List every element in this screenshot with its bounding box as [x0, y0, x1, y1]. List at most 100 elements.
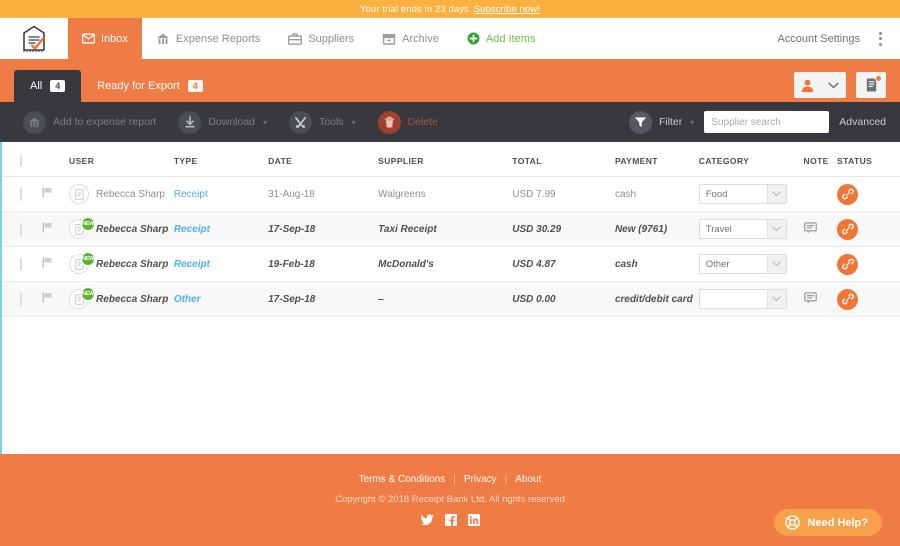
- user-avatar-icon: [801, 79, 813, 92]
- category-value: Other: [705, 258, 730, 270]
- column-header-total: TOTAL: [512, 142, 615, 177]
- status-link-button[interactable]: [837, 288, 859, 310]
- receipt-badge-button[interactable]: [856, 72, 886, 98]
- nav-item-add-items[interactable]: Add Items: [453, 18, 550, 59]
- tab-all[interactable]: All 4: [14, 70, 82, 102]
- nav-right: Account Settings: [769, 18, 900, 59]
- row-type[interactable]: Receipt: [174, 259, 210, 270]
- linkedin-link[interactable]: [468, 514, 480, 526]
- nav-item-expense-reports[interactable]: Expense Reports: [142, 18, 274, 59]
- footer-link-terms[interactable]: Terms & Conditions: [359, 474, 446, 485]
- category-select[interactable]: Food: [698, 184, 787, 204]
- category-select[interactable]: Other: [698, 254, 787, 274]
- table-body: Rebecca Sharp Receipt 31-Aug-18 Walgreen…: [2, 176, 900, 317]
- nav-item-suppliers[interactable]: Suppliers: [274, 18, 368, 59]
- chevron-down-icon: [766, 255, 786, 273]
- row-type[interactable]: Other: [174, 294, 201, 305]
- row-checkbox[interactable]: [20, 292, 22, 306]
- need-help-button[interactable]: Need Help?: [774, 509, 882, 536]
- table-header: USER TYPE DATE SUPPLIER TOTAL PAYMENT CA…: [2, 142, 900, 177]
- add-to-expense-report-label: Add to expense report: [53, 116, 157, 128]
- advanced-search-link[interactable]: Advanced: [839, 116, 886, 128]
- user-filter-button[interactable]: [794, 72, 820, 98]
- link-icon: [841, 258, 854, 270]
- delete-button[interactable]: Delete: [369, 110, 447, 134]
- archive-box-icon: [382, 33, 396, 45]
- row-user: Rebecca Sharp: [96, 293, 169, 305]
- app-root: Your trial ends in 23 days. Subscribe now…: [0, 0, 900, 546]
- facebook-link[interactable]: [445, 514, 457, 526]
- category-value: Food: [705, 188, 728, 200]
- tab-all-label: All: [30, 80, 43, 92]
- row-type[interactable]: Receipt: [174, 189, 208, 200]
- nav-item-add-items-label: Add Items: [485, 32, 536, 45]
- filter-button[interactable]: Filter ▾: [628, 110, 694, 134]
- download-label: Download: [208, 116, 256, 128]
- subscribe-now-link[interactable]: Subscribe now!: [474, 4, 540, 15]
- link-icon: [841, 223, 854, 235]
- tools-icon: [289, 110, 313, 134]
- table-row[interactable]: NEW Rebecca Sharp Receipt 17-Sep-18 Taxi…: [2, 211, 900, 247]
- row-date: 19-Feb-18: [268, 246, 379, 282]
- user-filter-dropdown[interactable]: [820, 72, 846, 98]
- footer-link-privacy[interactable]: Privacy: [464, 474, 497, 485]
- status-link-button[interactable]: [837, 218, 859, 240]
- column-header-payment: PAYMENT: [614, 142, 699, 177]
- flag-icon[interactable]: [42, 222, 54, 233]
- status-link-button[interactable]: [837, 253, 859, 275]
- more-vertical-icon[interactable]: [870, 31, 890, 46]
- note-icon[interactable]: [803, 221, 817, 237]
- chevron-down-icon: [766, 290, 786, 308]
- search-input[interactable]: [704, 116, 830, 128]
- chevron-down-icon: ▾: [351, 117, 356, 127]
- footer: Terms & Conditions | Privacy | About Cop…: [0, 454, 900, 546]
- column-header-type: TYPE: [173, 142, 269, 177]
- link-icon: [841, 188, 854, 200]
- flag-icon[interactable]: [42, 257, 54, 268]
- column-header-supplier: SUPPLIER: [378, 142, 513, 177]
- tab-ready-for-export-count: 4: [187, 80, 203, 92]
- category-select[interactable]: Travel: [698, 219, 787, 239]
- lifebuoy-icon: [785, 515, 801, 530]
- flag-icon[interactable]: [42, 292, 54, 303]
- chevron-down-icon: [766, 185, 786, 203]
- account-settings-link[interactable]: Account Settings: [769, 33, 868, 45]
- row-checkbox[interactable]: [20, 257, 22, 271]
- status-link-button[interactable]: [837, 183, 859, 205]
- table-row[interactable]: NEW Rebecca Sharp Receipt 19-Feb-18 McDo…: [2, 246, 900, 282]
- tab-bar-actions: [794, 72, 900, 102]
- tab-bar: All 4 Ready for Export 4: [0, 62, 900, 102]
- nav-item-inbox-label: Inbox: [101, 32, 128, 45]
- chevron-down-icon: ▾: [263, 117, 268, 127]
- footer-links: Terms & Conditions | Privacy | About: [359, 474, 542, 485]
- footer-link-about[interactable]: About: [515, 474, 541, 485]
- trial-banner: Your trial ends in 23 days. Subscribe now…: [0, 0, 900, 18]
- row-payment: cash: [614, 176, 699, 212]
- avatar: NEW: [69, 252, 96, 274]
- chevron-down-icon: [766, 220, 786, 238]
- row-date: 31-Aug-18: [268, 176, 379, 212]
- row-type[interactable]: Receipt: [174, 224, 210, 235]
- row-checkbox[interactable]: [20, 187, 22, 201]
- add-to-expense-report-button[interactable]: Add to expense report: [14, 110, 165, 134]
- table-row[interactable]: Rebecca Sharp Receipt 31-Aug-18 Walgreen…: [2, 176, 900, 212]
- table-row[interactable]: NEW Rebecca Sharp Other 17-Sep-18 – USD …: [2, 281, 900, 317]
- note-icon[interactable]: [803, 291, 817, 307]
- chevron-down-icon: [827, 82, 839, 88]
- twitter-link[interactable]: [420, 514, 434, 526]
- footer-separator: |: [504, 474, 508, 485]
- select-all-checkbox[interactable]: [20, 155, 22, 167]
- new-badge: NEW: [81, 217, 96, 231]
- nav-item-archive[interactable]: Archive: [368, 18, 453, 59]
- flag-icon[interactable]: [42, 187, 54, 198]
- tab-ready-for-export[interactable]: Ready for Export 4: [81, 70, 219, 102]
- nav-item-inbox[interactable]: Inbox: [68, 18, 142, 59]
- tools-button[interactable]: Tools ▾: [280, 110, 365, 134]
- row-user: Rebecca Sharp: [96, 188, 165, 200]
- row-checkbox[interactable]: [20, 222, 22, 236]
- linkedin-icon: [468, 514, 480, 526]
- category-select[interactable]: [698, 289, 787, 309]
- download-button[interactable]: Download ▾: [169, 110, 276, 134]
- nav-item-suppliers-label: Suppliers: [308, 32, 355, 45]
- logo[interactable]: [0, 18, 68, 59]
